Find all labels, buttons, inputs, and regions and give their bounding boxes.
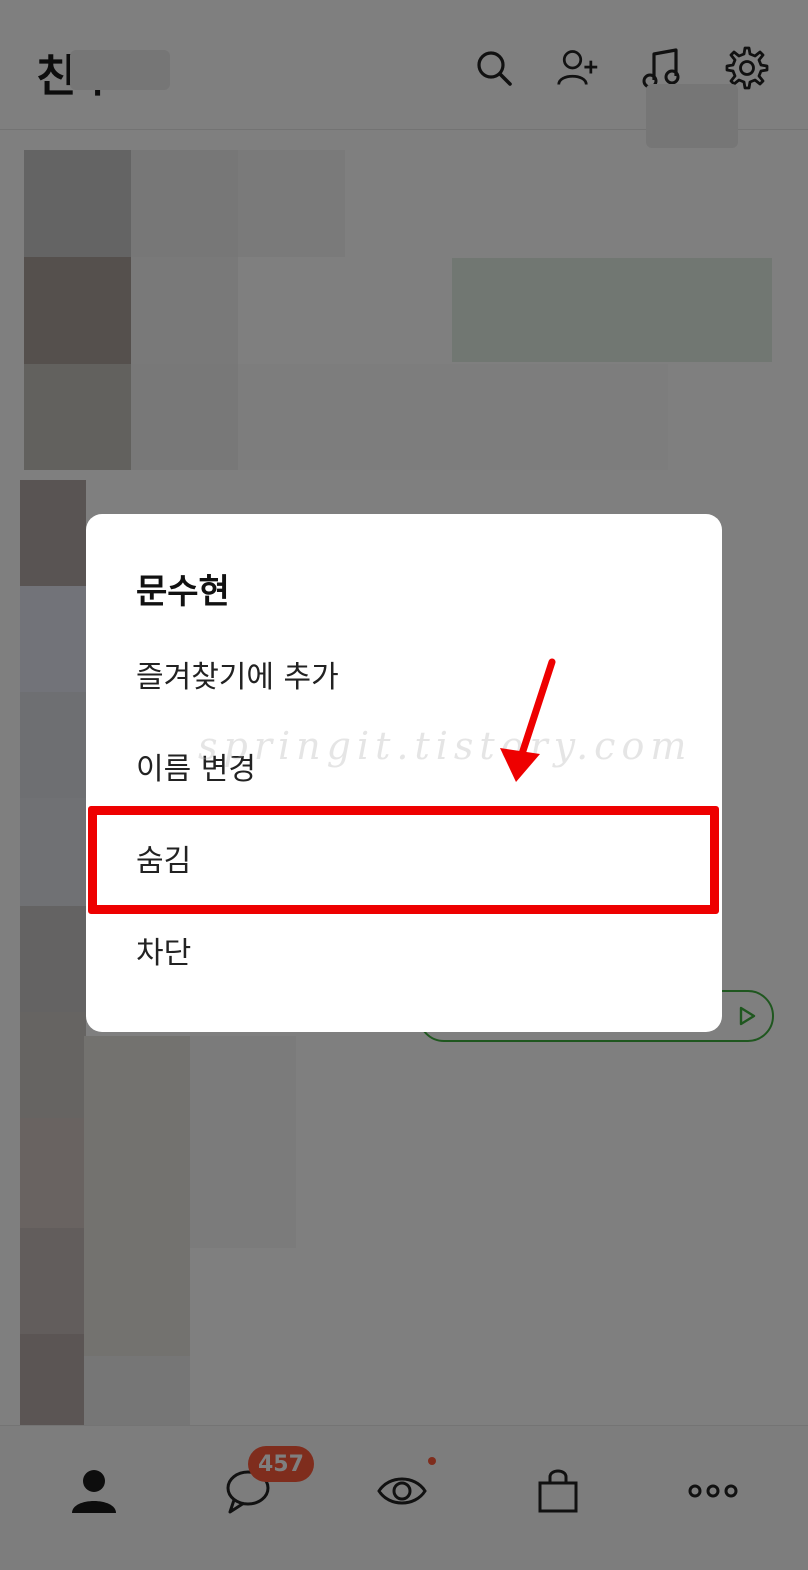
menu-item-block[interactable]: 차단 (86, 904, 722, 996)
red-arrow-icon (500, 658, 556, 782)
friend-options-dialog: 문수현 즐겨찾기에 추가 이름 변경 숨김 차단 (86, 514, 722, 1032)
watermark-text: springit.tistory.com (198, 724, 693, 768)
dialog-title: 문수현 (136, 572, 230, 612)
menu-item-add-favorite[interactable]: 즐겨찾기에 추가 (86, 628, 722, 720)
highlight-box (88, 806, 719, 914)
